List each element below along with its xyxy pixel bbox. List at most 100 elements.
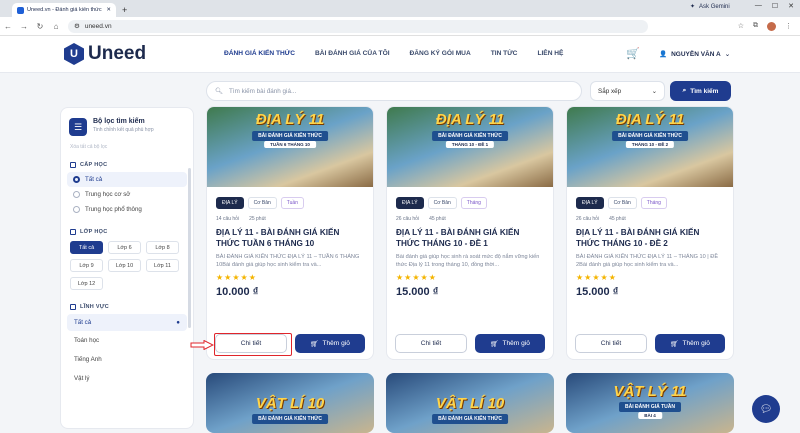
new-tab-icon[interactable]: +	[122, 5, 127, 15]
level-tag: Cơ Bản	[607, 197, 637, 209]
level-section-icon	[70, 162, 76, 168]
nav-contact[interactable]: LIÊN HỆ	[537, 50, 563, 57]
questions-count: 26 câu hỏi	[396, 216, 420, 222]
site-info-icon[interactable]: ⚙	[74, 22, 80, 30]
thumb-banner: BÀI ĐÁNH GIÁ KIẾN THỨC	[252, 131, 328, 141]
level-option-all[interactable]: Tất cả	[67, 172, 187, 187]
search-input[interactable]: Tìm kiếm bài đánh giá...	[229, 88, 296, 95]
grade-button-12[interactable]: Lớp 12	[70, 277, 103, 290]
nav-knowledge-assessment[interactable]: ĐÁNH GIÁ KIẾN THỨC	[224, 50, 295, 57]
thumb-title: ĐỊA LÝ 11	[615, 111, 685, 128]
nav-purchase-plans[interactable]: ĐĂNG KÝ GÓI MUA	[410, 50, 471, 57]
site-favicon-icon	[17, 6, 24, 14]
detail-button[interactable]: Chi tiết	[395, 334, 467, 353]
clear-filters-link[interactable]: Xóa tất cả bộ lọc	[61, 136, 193, 150]
card-title[interactable]: ĐỊA LÝ 11 - BÀI ĐÁNH GIÁ KIẾN THỨC THÁNG…	[567, 222, 733, 249]
detail-button[interactable]: Chi tiết	[575, 334, 647, 353]
questions-count: 14 câu hỏi	[216, 216, 240, 222]
browser-menu-icon[interactable]: ⋮	[785, 22, 792, 30]
sort-select[interactable]: Sắp xếp ⌄	[590, 81, 665, 101]
field-option-all[interactable]: Tất cả ●	[67, 314, 187, 331]
url-input[interactable]: ⚙ uneed.vn	[68, 19, 648, 33]
close-tab-icon[interactable]: ✕	[106, 7, 111, 13]
card-thumbnail[interactable]: ĐỊA LÝ 11 BÀI ĐÁNH GIÁ KIẾN THỨC THÁNG 1…	[387, 107, 553, 187]
level-option-label: Trung học phổ thông	[85, 206, 142, 213]
browser-tab[interactable]: Uneed.vn - Đánh giá kiến thức ✕	[12, 3, 116, 17]
nav-my-assessments[interactable]: BÀI ĐÁNH GIÁ CỦA TÔI	[315, 50, 389, 57]
radio-icon	[73, 176, 80, 183]
field-section-title: LĨNH VỰC	[80, 304, 109, 310]
grade-button-11[interactable]: Lớp 11	[146, 259, 179, 272]
cart-icon[interactable]: 🛒	[626, 47, 640, 60]
level-tag: Cơ Bản	[247, 197, 277, 209]
grade-button-6[interactable]: Lớp 6	[108, 241, 141, 254]
assessment-card-thumbnail[interactable]: VẬT LÝ 11 BÀI ĐÁNH GIÁ TUẦN BÀI 4	[566, 373, 734, 433]
field-option-math[interactable]: Toán học	[61, 331, 193, 350]
cart-icon: 🛒︎	[670, 340, 679, 348]
assessment-card: ĐỊA LÝ 11 BÀI ĐÁNH GIÁ KIẾN THỨC THÁNG 1…	[386, 106, 554, 360]
add-to-cart-label: Thêm giỏ	[322, 340, 350, 347]
minimize-icon[interactable]: —	[755, 2, 762, 10]
reload-icon[interactable]: ↻	[32, 22, 48, 31]
level-option-thpt[interactable]: Trung học phổ thông	[61, 202, 193, 217]
chat-support-button[interactable]: 💬︎	[752, 395, 780, 423]
search-icon: ⌕	[682, 87, 687, 94]
field-option-english[interactable]: Tiếng Anh	[61, 350, 193, 369]
highlight-box	[214, 333, 292, 356]
add-to-cart-button[interactable]: 🛒︎ Thêm giỏ	[655, 334, 725, 353]
thumb-title: ĐỊA LÝ 11	[255, 111, 325, 128]
sort-label: Sắp xếp	[598, 87, 622, 95]
assessment-card-thumbnail[interactable]: VẬT LÍ 10 BÀI ĐÁNH GIÁ KIẾN THỨC	[206, 373, 374, 433]
radio-icon	[73, 206, 80, 213]
rating-stars: ★★★★★	[396, 273, 437, 282]
add-to-cart-label: Thêm giỏ	[682, 340, 710, 347]
chevron-down-icon: ⌄	[651, 87, 657, 95]
chevron-down-icon: ⌄	[724, 51, 731, 58]
thumb-banner: BÀI ĐÁNH GIÁ KIẾN THỨC	[252, 414, 328, 424]
add-to-cart-button[interactable]: 🛒︎ Thêm giỏ	[295, 334, 365, 353]
extensions-icon[interactable]: ⧉	[753, 22, 758, 30]
card-thumbnail[interactable]: ĐỊA LÝ 11 BÀI ĐÁNH GIÁ KIẾN THỨC THÁNG 1…	[567, 107, 733, 187]
grade-button-9[interactable]: Lớp 9	[70, 259, 103, 272]
card-description: Bài đánh giá giúp học sinh rà soát mức đ…	[396, 254, 540, 268]
nav-news[interactable]: TIN TỨC	[491, 50, 518, 57]
site-logo[interactable]: U Uneed	[64, 43, 146, 65]
logo-text: Uneed	[88, 43, 147, 64]
subject-tag: ĐỊA LÝ	[396, 197, 424, 209]
assessment-card-thumbnail[interactable]: VẬT LÍ 10 BÀI ĐÁNH GIÁ KIẾN THỨC	[386, 373, 554, 433]
ask-gemini-button[interactable]: ✦ Ask Gemini	[690, 3, 730, 11]
user-menu[interactable]: 👤 NGUYỄN VĂN A ⌄	[659, 50, 731, 59]
close-window-icon[interactable]: ✕	[788, 2, 794, 10]
grade-button-10[interactable]: Lớp 10	[108, 259, 141, 272]
grade-button-8[interactable]: Lớp 8	[146, 241, 179, 254]
thumb-title: VẬT LÝ 11	[613, 383, 687, 400]
search-icon: 🔍︎	[215, 88, 223, 95]
grade-button-all[interactable]: Tất cả	[70, 241, 103, 254]
bookmark-star-icon[interactable]: ☆	[738, 22, 744, 30]
thumb-tag: THÁNG 10 - ĐỀ 1	[445, 141, 495, 148]
search-box[interactable]: 🔍︎ Tìm kiếm bài đánh giá...	[206, 81, 582, 101]
red-arrow-icon	[190, 340, 214, 350]
add-to-cart-button[interactable]: 🛒︎ Thêm giỏ	[475, 334, 545, 353]
maximize-icon[interactable]: ☐	[772, 2, 778, 10]
card-thumbnail[interactable]: ĐỊA LÝ 11 BÀI ĐÁNH GIÁ KIẾN THỨC TUẦN 6 …	[207, 107, 373, 187]
card-title[interactable]: ĐỊA LÝ 11 - BÀI ĐÁNH GIÁ KIẾN THỨC THÁNG…	[387, 222, 553, 249]
card-title[interactable]: ĐỊA LÝ 11 - BÀI ĐÁNH GIÁ KIẾN THỨC TUẦN …	[207, 222, 373, 249]
assessment-card: ĐỊA LÝ 11 BÀI ĐÁNH GIÁ KIẾN THỨC TUẦN 6 …	[206, 106, 374, 360]
sidebar-scrollbar[interactable]	[188, 168, 191, 328]
card-price: 15.000 ₫	[396, 286, 439, 298]
field-option-physics[interactable]: Vật lý	[61, 369, 193, 388]
thumb-banner: BÀI ĐÁNH GIÁ KIẾN THỨC	[612, 131, 688, 141]
back-icon[interactable]: ←	[0, 22, 16, 31]
forward-icon[interactable]: →	[16, 22, 32, 31]
filter-subtitle: Tinh chỉnh kết quả phù hợp	[93, 127, 154, 133]
search-button[interactable]: ⌕ Tìm kiếm	[670, 81, 731, 101]
home-icon[interactable]: ⌂	[48, 22, 64, 31]
profile-avatar[interactable]	[767, 21, 776, 31]
search-button-label: Tìm kiếm	[690, 87, 719, 95]
window-controls: — ☐ ✕	[755, 2, 794, 10]
thumb-tag: THÁNG 10 - ĐỀ 2	[625, 141, 675, 148]
cart-icon: 🛒︎	[310, 340, 319, 348]
level-option-thcs[interactable]: Trung học cơ sở	[61, 187, 193, 202]
thumb-title: VẬT LÍ 10	[255, 395, 325, 412]
